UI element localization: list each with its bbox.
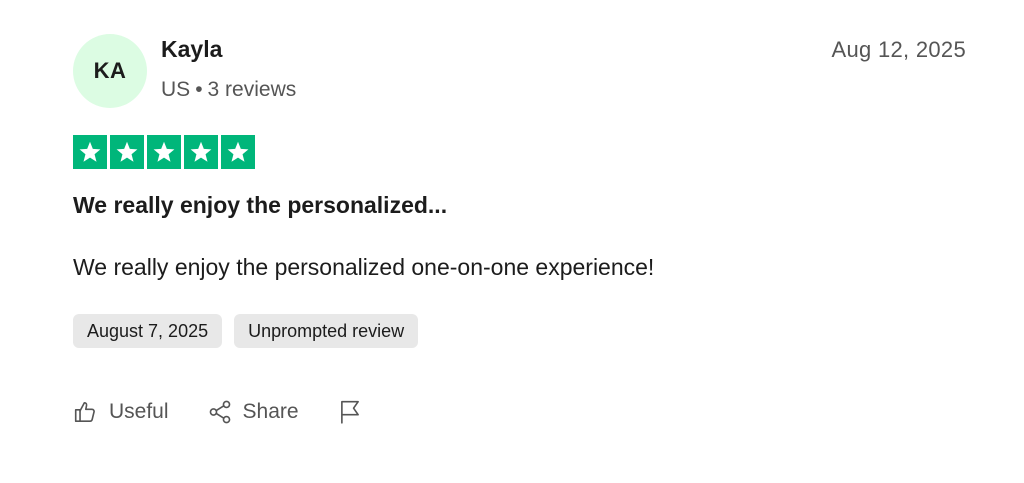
share-label: Share [242,400,299,423]
avatar[interactable]: KA [73,34,147,108]
review-title[interactable]: We really enjoy the personalized... [73,192,447,219]
reviewer-name[interactable]: Kayla [161,36,222,63]
reviewer-country: US [161,78,191,101]
report-button[interactable] [337,399,363,425]
reviewer-review-count: 3 reviews [207,78,297,101]
unprompted-review-badge[interactable]: Unprompted review [234,314,419,348]
review-body: We really enjoy the personalized one-on-… [73,254,655,280]
star-icon [221,135,255,169]
share-icon [209,400,230,424]
thumbs-up-icon [74,401,95,423]
review-actions: Useful Share [73,399,401,425]
review-tags: August 7, 2025 Unprompted review [73,314,419,348]
meta-separator: • [195,78,203,101]
reviewer-meta: US • 3 reviews [161,78,296,102]
experience-date-badge: August 7, 2025 [73,314,223,348]
flag-icon [340,400,359,424]
review-date: Aug 12, 2025 [831,37,966,62]
star-icon [147,135,181,169]
star-icon [110,135,144,169]
share-button[interactable]: Share [207,399,299,425]
useful-button[interactable]: Useful [73,399,169,425]
star-icon [184,135,218,169]
star-rating [73,135,255,169]
star-icon [73,135,107,169]
useful-label: Useful [109,400,169,423]
review-card: KA Kayla US • 3 reviews Aug 12, 2025 We re… [0,0,1024,483]
